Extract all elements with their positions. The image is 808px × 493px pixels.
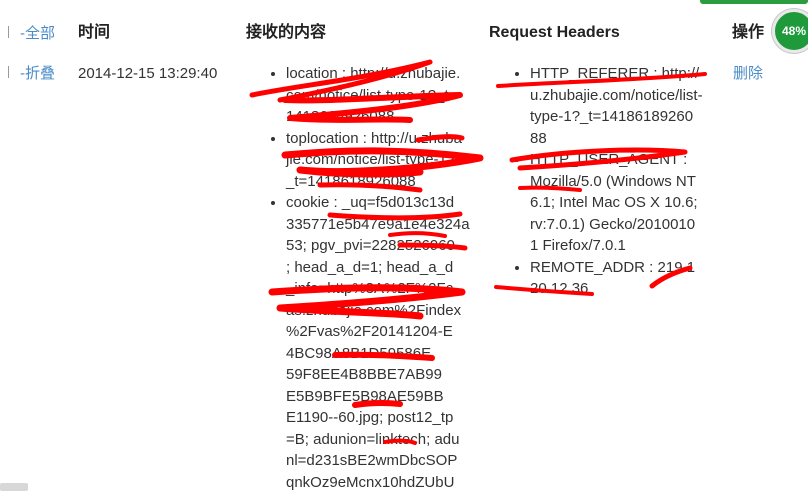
- column-header-content: 接收的内容: [246, 24, 327, 41]
- row-checkbox[interactable]: [0, 66, 9, 78]
- progress-badge: 48%: [772, 9, 808, 53]
- list-item: HTTP_USER_AGENT : Mozilla/5.0 (Windows N…: [530, 149, 720, 257]
- list-item: cookie : _uq=f5d013c13d 335771e5b47e9a1e…: [286, 192, 478, 493]
- list-item: REMOTE_ADDR : 219.1 20.12.36: [530, 257, 720, 300]
- list-item: HTTP_REFERER : http:// u.zhubajie.com/no…: [530, 63, 720, 149]
- collapse-link[interactable]: -折叠: [20, 63, 55, 84]
- horizontal-scrollbar-thumb[interactable]: [0, 483, 28, 491]
- request-headers: HTTP_REFERER : http:// u.zhubajie.com/no…: [510, 63, 720, 300]
- received-content: location : http://u.zhubajie. com/notice…: [266, 63, 478, 493]
- delete-link[interactable]: 删除: [733, 63, 763, 84]
- column-header-request-headers: Request Headers: [489, 24, 620, 41]
- list-item: toplocation : http://u.zhuba jie.com/not…: [286, 128, 478, 193]
- top-progress-strip: [700, 0, 808, 4]
- select-all-checkbox[interactable]: [0, 26, 9, 38]
- column-header-time: 时间: [78, 24, 111, 41]
- list-item: location : http://u.zhubajie. com/notice…: [286, 63, 478, 128]
- select-all-link[interactable]: -全部: [20, 23, 55, 44]
- row-time: 2014-12-15 13:29:40: [78, 65, 218, 82]
- column-header-actions: 操作: [732, 24, 765, 41]
